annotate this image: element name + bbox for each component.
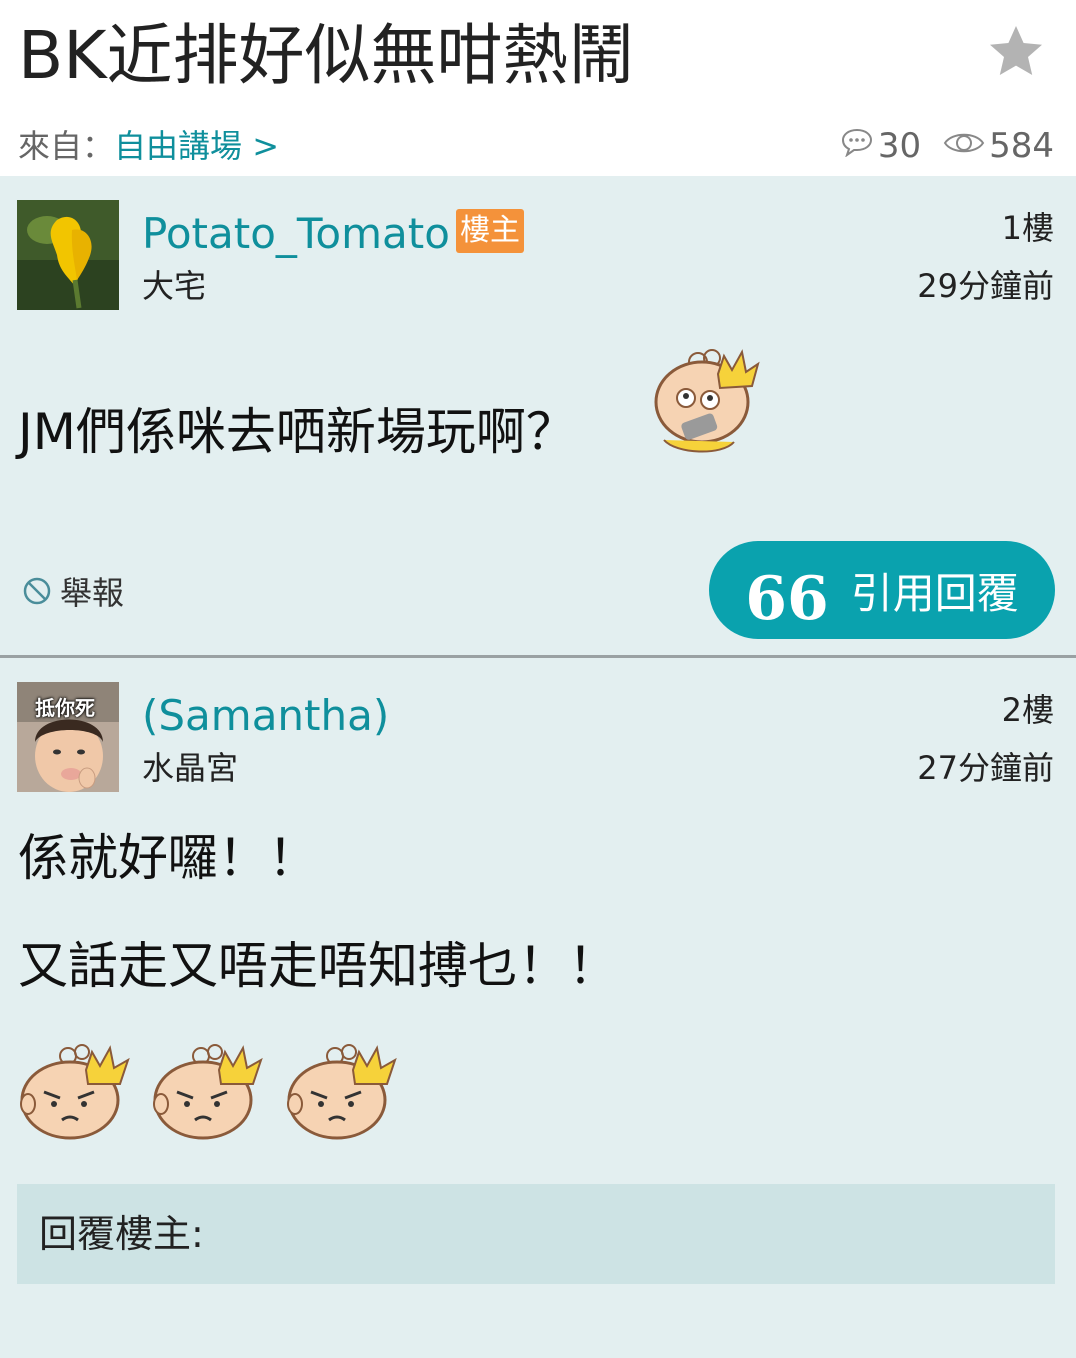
emoji-row bbox=[16, 1042, 416, 1146]
avatar-caption: 抵你死 bbox=[35, 696, 95, 720]
reply-to-label: 回覆樓主: bbox=[39, 1212, 204, 1256]
avatar[interactable]: 抵你死 bbox=[17, 682, 119, 792]
post-content-line: 又話走又唔走唔知搏乜！！ bbox=[18, 937, 618, 995]
quote-reply-label: 引用回覆 bbox=[850, 568, 1019, 618]
angry-baby-emoji-icon bbox=[283, 1042, 416, 1146]
post-time: 29分鐘前 bbox=[917, 267, 1054, 305]
baby-emoji-icon bbox=[646, 344, 770, 460]
ban-icon bbox=[23, 577, 51, 605]
comment-bubble-icon bbox=[840, 126, 874, 166]
thread-stats: 30 584 bbox=[840, 124, 1054, 168]
report-link[interactable]: 舉報 bbox=[22, 570, 124, 612]
board-link[interactable]: 自由講場 > bbox=[114, 127, 279, 165]
angry-baby-emoji-icon bbox=[16, 1042, 149, 1146]
eye-icon bbox=[943, 126, 985, 166]
breadcrumb-prefix: 來自： bbox=[18, 127, 115, 165]
op-badge: 樓主 bbox=[456, 209, 524, 253]
floor-number: 2樓 bbox=[1001, 691, 1054, 729]
post-content-line: JM們係咪去哂新場玩啊？ bbox=[18, 403, 576, 461]
thread-header: BK近排好似無咁熱鬧 來自：自由講場 > 30 584 bbox=[0, 0, 1076, 176]
view-count: 584 bbox=[989, 126, 1054, 166]
post-content-line: 係就好囉！！ bbox=[18, 829, 318, 887]
angry-baby-emoji-icon bbox=[149, 1042, 282, 1146]
post: 抵你死 (Samantha) 水晶宮 2樓 27分鐘前 係就好囉！！ 又話走又唔… bbox=[0, 658, 1076, 1358]
post: Potato_Tomato 樓主 大宅 1樓 29分鐘前 JM們係咪去哂新場玩啊… bbox=[0, 176, 1076, 656]
breadcrumb: 來自：自由講場 > bbox=[18, 124, 279, 168]
quote-reply-button[interactable]: 66 引用回覆 bbox=[709, 541, 1055, 639]
avatar[interactable] bbox=[17, 200, 119, 310]
reply-count: 30 bbox=[877, 126, 922, 166]
user-rank: 水晶宮 bbox=[142, 749, 239, 787]
thread-title: BK近排好似無咁熱鬧 bbox=[18, 17, 635, 94]
username[interactable]: (Samantha) bbox=[142, 688, 389, 744]
quote-icon: 66 bbox=[745, 564, 829, 634]
star-icon[interactable] bbox=[986, 22, 1046, 82]
username[interactable]: Potato_Tomato bbox=[142, 206, 450, 262]
floor-number: 1樓 bbox=[1001, 209, 1054, 247]
reply-to-quote[interactable]: 回覆樓主: bbox=[17, 1184, 1055, 1284]
user-rank: 大宅 bbox=[142, 267, 207, 305]
report-label: 舉報 bbox=[60, 574, 125, 612]
post-time: 27分鐘前 bbox=[917, 749, 1054, 787]
